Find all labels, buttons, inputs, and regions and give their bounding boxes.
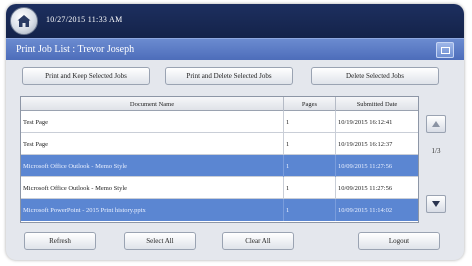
table-scrollbar: 1/3 xyxy=(426,109,446,219)
status-bar: 10/27/2015 11:33 AM xyxy=(6,4,464,38)
cell-document-name: Microsoft Office Outlook - Memo Style xyxy=(23,184,128,192)
header-document-name[interactable]: Document Name xyxy=(21,97,283,111)
cell-date: 10/19/2015 16:12:41 xyxy=(335,111,418,133)
scroll-up-button[interactable] xyxy=(426,115,446,133)
cell-document-name: Test Page xyxy=(23,140,48,148)
cell-date: 10/19/2015 16:12:37 xyxy=(335,133,418,155)
logout-button[interactable]: Logout xyxy=(358,232,440,250)
table-row[interactable]: Microsoft Office Outlook - Memo Style 1 … xyxy=(21,177,418,199)
cell-date: 10/09/2015 11:27:56 xyxy=(335,155,418,177)
cell-document-name: Test Page xyxy=(23,118,48,126)
job-table: Document Name Pages Submitted Date Test … xyxy=(20,96,419,223)
home-icon xyxy=(17,15,31,27)
select-all-button[interactable]: Select All xyxy=(124,232,196,250)
cell-pages: 1 xyxy=(283,111,335,133)
header-pages[interactable]: Pages xyxy=(283,97,335,111)
home-button[interactable] xyxy=(10,7,38,35)
status-datetime: 10/27/2015 11:33 AM xyxy=(46,15,123,24)
cell-document-name: Microsoft Office Outlook - Memo Style xyxy=(23,162,128,170)
print-delete-button[interactable]: Print and Delete Selected Jobs xyxy=(165,67,293,85)
window-titlebar: Print Job List : Trevor Joseph xyxy=(6,38,464,60)
delete-selected-button[interactable]: Delete Selected Jobs xyxy=(311,67,439,85)
app-frame: 10/27/2015 11:33 AM Print Job List : Tre… xyxy=(6,4,464,260)
scroll-down-button[interactable] xyxy=(426,195,446,213)
arrow-down-icon xyxy=(432,201,440,207)
window-close-button[interactable] xyxy=(436,42,454,58)
page-indicator: 1/3 xyxy=(431,147,441,155)
cell-pages: 1 xyxy=(283,155,335,177)
arrow-up-icon xyxy=(432,121,440,127)
cell-pages: 1 xyxy=(283,199,335,221)
cell-date: 10/09/2015 11:27:56 xyxy=(335,177,418,199)
table-row[interactable]: Microsoft PowerPoint - 2015 Print histor… xyxy=(21,199,418,221)
window-icon xyxy=(440,46,450,54)
clear-all-button[interactable]: Clear All xyxy=(222,232,294,250)
table-row[interactable]: Test Page 1 10/19/2015 16:12:37 xyxy=(21,133,418,155)
print-keep-button[interactable]: Print and Keep Selected Jobs xyxy=(22,67,150,85)
table-row[interactable]: Microsoft Office Outlook - Memo Style 1 … xyxy=(21,155,418,177)
cell-date: 10/09/2015 11:14:02 xyxy=(335,199,418,221)
table-header: Document Name Pages Submitted Date xyxy=(21,97,418,111)
cell-pages: 1 xyxy=(283,177,335,199)
refresh-button[interactable]: Refresh xyxy=(24,232,96,250)
table-row[interactable]: Test Page 1 10/19/2015 16:12:41 xyxy=(21,111,418,133)
cell-pages: 1 xyxy=(283,133,335,155)
cell-document-name: Microsoft PowerPoint - 2015 Print histor… xyxy=(23,206,146,214)
header-submitted-date[interactable]: Submitted Date xyxy=(335,97,418,111)
window-title: Print Job List : Trevor Joseph xyxy=(16,44,135,55)
